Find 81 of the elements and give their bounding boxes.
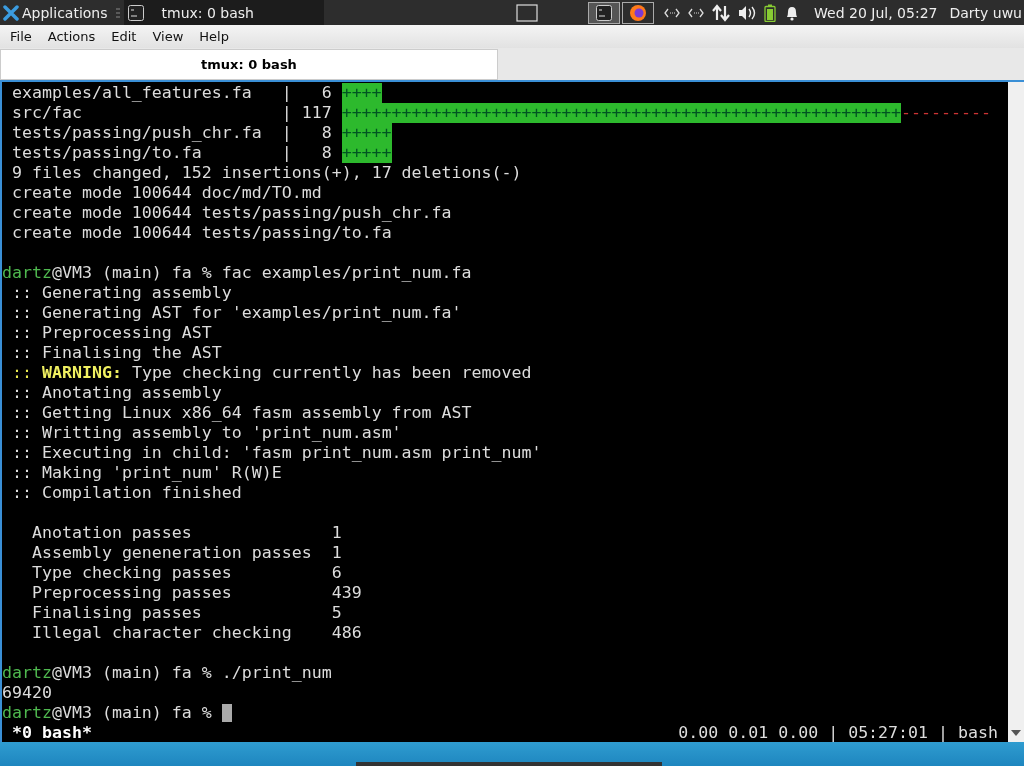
output-text: 9 files changed, 152 insertions(+), 17 deletions(-) bbox=[11, 163, 522, 183]
output-text: @VM3 (main) fa % fac examples/print_num.fa bbox=[51, 263, 472, 283]
change-count: 6 bbox=[320, 83, 332, 103]
menu-item[interactable]: File bbox=[2, 29, 40, 44]
menu-item[interactable]: View bbox=[144, 29, 192, 44]
status-text: | bbox=[828, 723, 839, 743]
applications-menu[interactable]: Applications bbox=[0, 4, 112, 21]
stat-label: Finalising passes bbox=[31, 603, 203, 623]
workspace-icon[interactable] bbox=[516, 3, 539, 22]
terminal-icon[interactable] bbox=[596, 4, 613, 21]
down-arrow-icon[interactable] bbox=[1011, 730, 1021, 736]
insertions-bar: ++++++++++++++++++++++++++++++++++++++++++++++++++++++++ bbox=[341, 103, 902, 123]
handle-icon[interactable] bbox=[115, 6, 120, 19]
separator: | bbox=[281, 103, 292, 123]
status-text: 0.00 0.01 0.00 bbox=[678, 723, 819, 743]
prompt-user: dartz bbox=[2, 263, 52, 283]
status-text: bash bbox=[958, 723, 998, 743]
transfer-icon[interactable] bbox=[712, 3, 731, 22]
output-text: create mode 100644 tests/passing/to.fa bbox=[11, 223, 392, 243]
output-text: :: Generating assembly bbox=[11, 283, 232, 303]
output-text: @VM3 (main) fa % bbox=[51, 703, 212, 723]
x-logo-icon[interactable] bbox=[3, 4, 19, 21]
file-path: tests/passing/to.fa bbox=[11, 143, 203, 163]
insertions-bar: +++++ bbox=[341, 143, 392, 163]
taskbar-button[interactable]: tmux: 0 bash bbox=[123, 0, 324, 25]
stat-value: 439 bbox=[331, 583, 362, 603]
output-text: :: Writting assembly to 'print_num.asm' bbox=[11, 423, 402, 443]
insertions-bar: ++++ bbox=[341, 83, 382, 103]
terminal-launcher[interactable] bbox=[588, 1, 621, 24]
deletions-text: --------- bbox=[901, 103, 992, 123]
stat-label: Type checking passes bbox=[31, 563, 233, 583]
output-text: :: Getting Linux x86_64 fasm assembly from AST bbox=[11, 403, 472, 423]
output-text: :: Executing in child: 'fasm print_num.asm print_num' bbox=[11, 443, 542, 463]
tab[interactable]: tmux: 0 bash bbox=[0, 49, 498, 80]
output-text: @VM3 (main) fa % ./print_num bbox=[51, 663, 332, 683]
menu-item[interactable]: Edit bbox=[103, 29, 145, 44]
menu-item[interactable]: Actions bbox=[39, 29, 104, 44]
scrollbar[interactable] bbox=[1008, 82, 1024, 742]
browser-launcher[interactable] bbox=[622, 1, 655, 24]
user-name[interactable]: Darty uwu bbox=[949, 4, 1022, 21]
file-path: src/fac bbox=[11, 103, 83, 123]
stat-value: 5 bbox=[331, 603, 342, 623]
status-text: 05:27:01 bbox=[848, 723, 929, 743]
window-label[interactable]: *0 bash* bbox=[2, 723, 92, 743]
stat-label: Illegal character checking bbox=[31, 623, 293, 643]
change-count: 8 bbox=[320, 143, 332, 163]
status-text: | bbox=[938, 723, 949, 743]
clock[interactable]: Wed 20 Jul, 05:27 bbox=[814, 4, 938, 21]
stat-value: 1 bbox=[331, 523, 342, 543]
separator: | bbox=[281, 143, 292, 163]
insertions-bar: +++++ bbox=[341, 123, 392, 143]
output-text: :: Making 'print_num' R(W)E bbox=[11, 463, 282, 483]
battery-icon[interactable] bbox=[764, 3, 777, 22]
menu-item[interactable]: Help bbox=[191, 29, 237, 44]
output-text: :: Generating AST for 'examples/print_num.fa' bbox=[11, 303, 462, 323]
stat-label: Anotation passes bbox=[31, 523, 193, 543]
output-text: create mode 100644 tests/passing/push_chr.fa bbox=[11, 203, 452, 223]
output-text: :: Finalising the AST bbox=[11, 343, 222, 363]
output-text: :: Anotating assembly bbox=[11, 383, 222, 403]
change-count: 117 bbox=[300, 103, 332, 123]
output-text: create mode 100644 doc/md/TO.md bbox=[11, 183, 322, 203]
stat-value: 486 bbox=[331, 623, 362, 643]
file-path: examples/all_features.fa bbox=[11, 83, 253, 103]
volume-icon[interactable] bbox=[738, 4, 757, 21]
stat-value: 6 bbox=[331, 563, 342, 583]
separator: | bbox=[281, 83, 292, 103]
terminal-icon[interactable] bbox=[127, 4, 144, 21]
file-path: tests/passing/push_chr.fa bbox=[11, 123, 263, 143]
stat-label: Assembly geneneration passes bbox=[31, 543, 313, 563]
output-text: 69420 bbox=[2, 683, 52, 703]
warning-prefix: :: bbox=[11, 363, 32, 383]
warning-label: WARNING: bbox=[40, 363, 122, 383]
change-count: 8 bbox=[320, 123, 332, 143]
output-text: :: Preprocessing AST bbox=[11, 323, 212, 343]
separator: | bbox=[281, 123, 292, 143]
prompt-user: dartz bbox=[2, 663, 52, 683]
prompt-user: dartz bbox=[2, 703, 52, 723]
output-text: :: Compilation finished bbox=[11, 483, 242, 503]
stat-label: Preprocessing passes bbox=[31, 583, 233, 603]
output-text: Type checking currently has been removed bbox=[130, 363, 532, 383]
stat-value: 1 bbox=[331, 543, 342, 563]
